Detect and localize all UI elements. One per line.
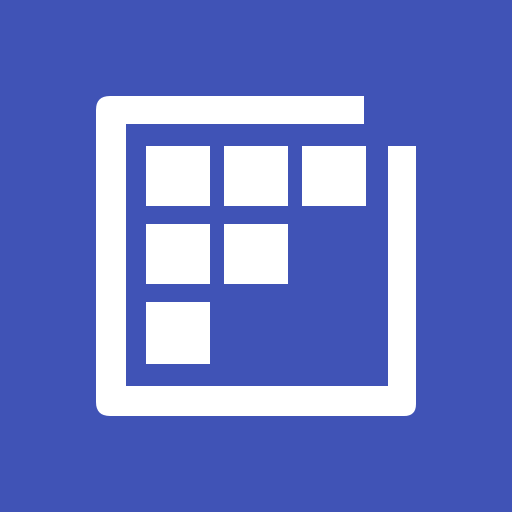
frame-gap-mask: [364, 96, 416, 146]
grid-cell: [146, 224, 210, 284]
grid-cell: [302, 146, 366, 206]
grid-cell: [146, 146, 210, 206]
grid-cell: [224, 224, 288, 284]
calendar-grid-icon: [0, 0, 512, 512]
app-icon-canvas: [0, 0, 512, 512]
grid-cell: [146, 302, 210, 364]
grid-cell: [224, 146, 288, 206]
